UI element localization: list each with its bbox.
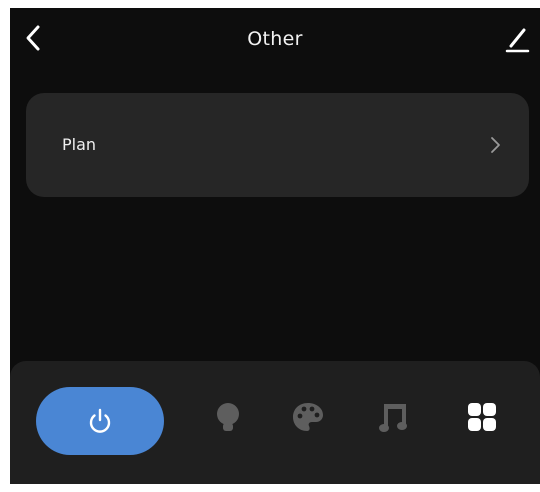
palette-icon [293,403,323,431]
power-button[interactable] [36,387,164,455]
tab-light[interactable] [208,397,248,437]
grid-icon [468,403,496,431]
chevron-right-icon [491,137,500,153]
header: Other [10,8,540,68]
pencil-icon [505,28,530,53]
tab-music[interactable] [374,397,414,437]
bulb-icon [217,403,239,431]
plan-label: Plan [62,135,97,154]
page-title: Other [247,28,303,50]
edit-button[interactable] [502,22,532,54]
plan-item[interactable]: Plan [26,93,529,197]
bottom-tab-bar [10,361,540,484]
power-icon [89,408,111,433]
tab-color[interactable] [288,397,328,437]
tab-other[interactable] [462,397,502,437]
app-screen: Other Plan [10,8,540,484]
music-icon [379,404,407,432]
